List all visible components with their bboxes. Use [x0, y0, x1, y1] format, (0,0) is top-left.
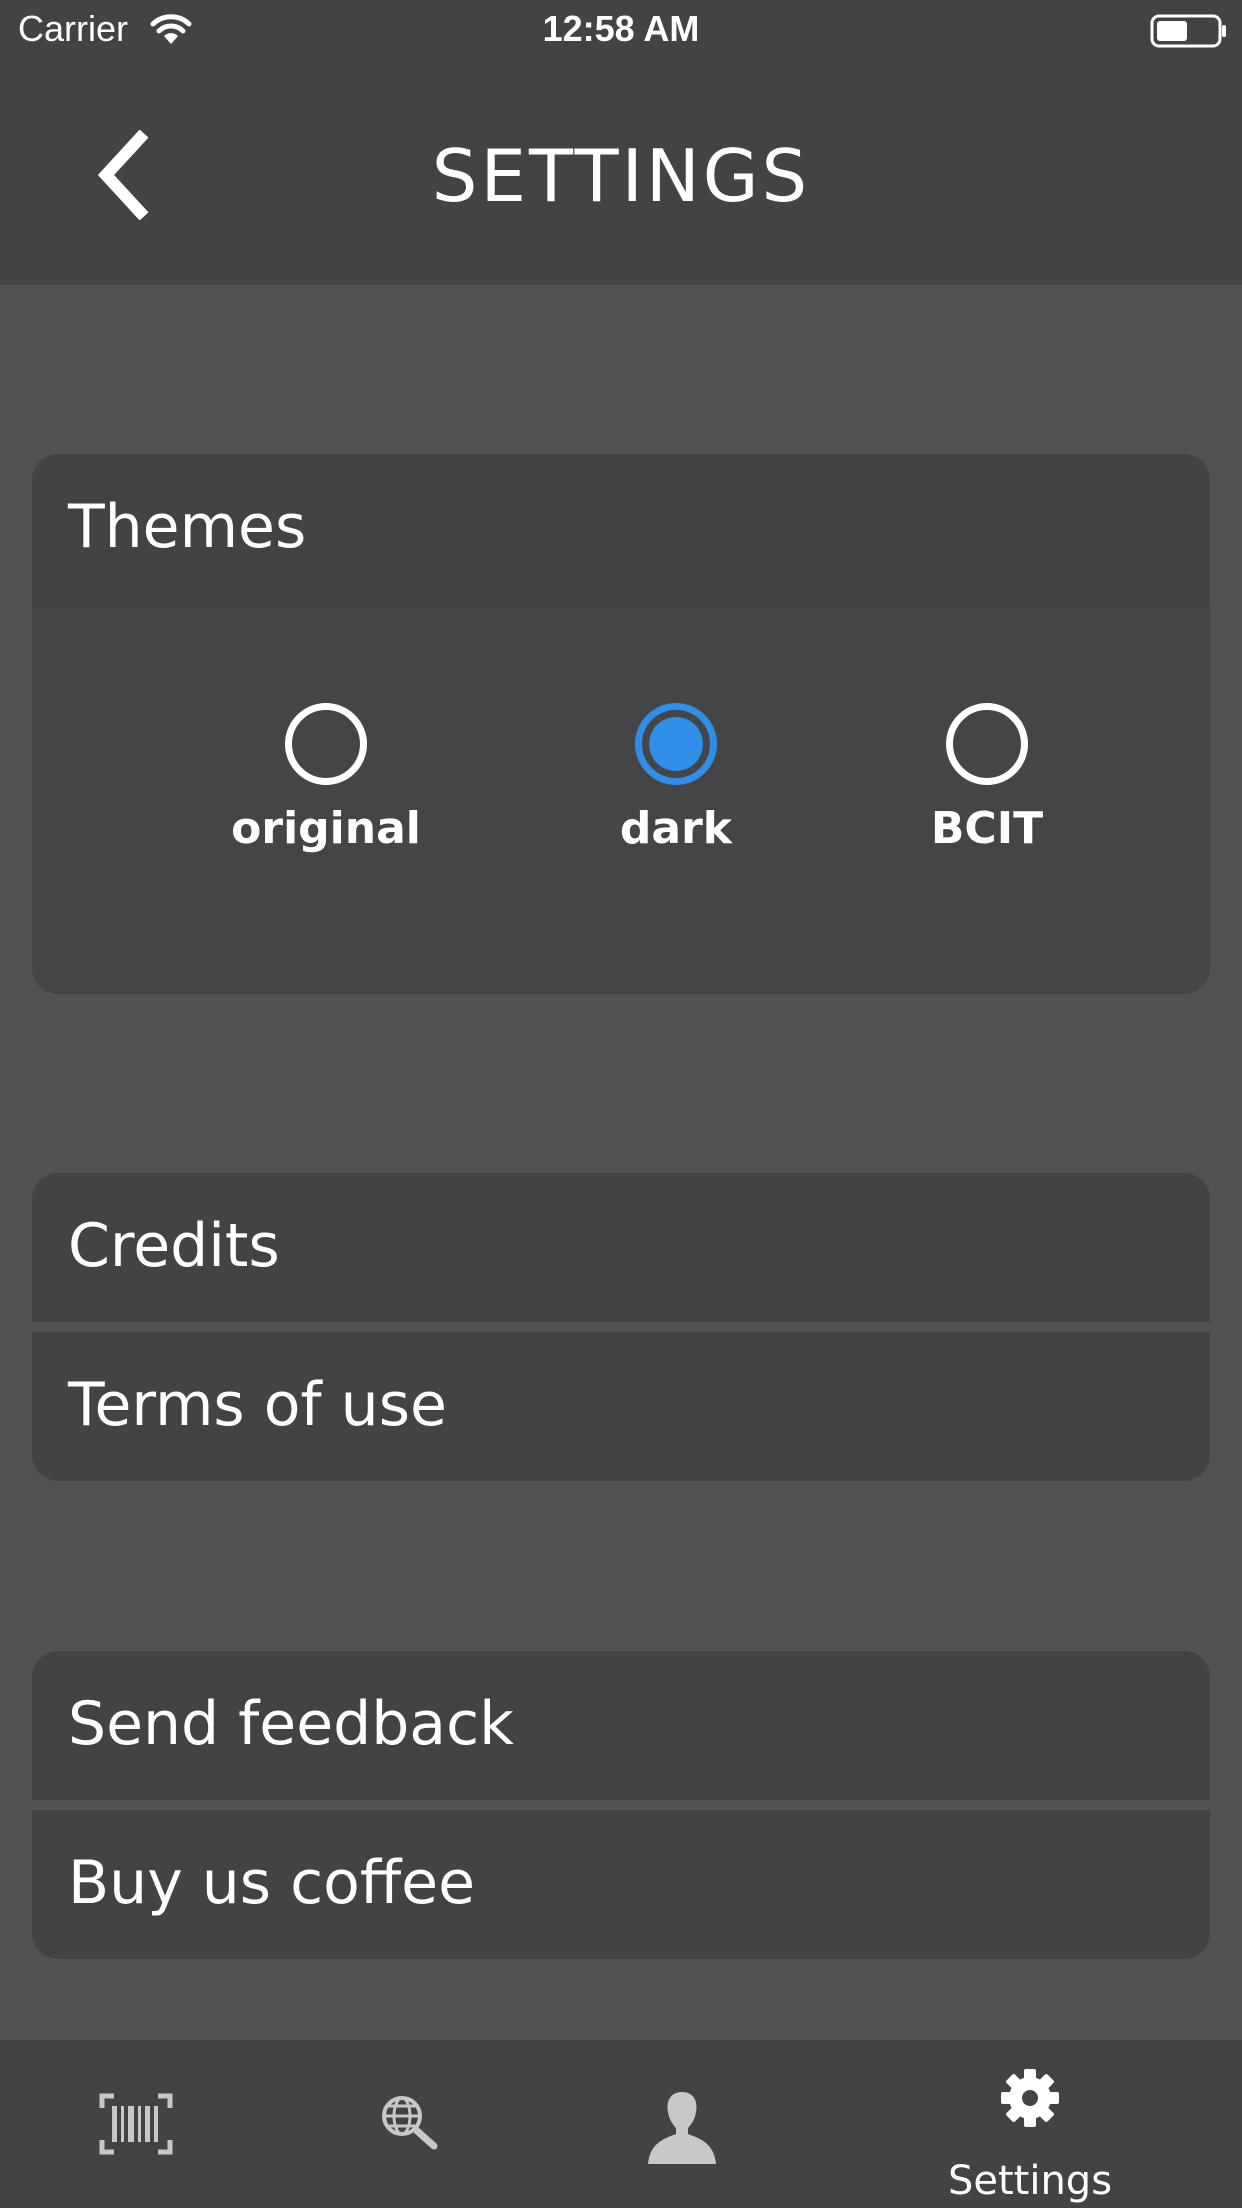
tab-label-settings: Settings — [947, 2158, 1113, 2204]
send-feedback-label: Send feedback — [68, 1689, 514, 1759]
status-bar: Carrier 12:58 AM — [0, 0, 1242, 62]
themes-heading: Themes — [68, 492, 307, 562]
barcode-scan-icon — [99, 2093, 173, 2155]
battery-icon — [1150, 14, 1226, 48]
theme-label-original: original — [231, 803, 421, 854]
radio-original[interactable] — [285, 703, 367, 785]
themes-header: Themes — [32, 454, 1210, 603]
theme-option-bcit[interactable]: BCIT — [877, 703, 1097, 854]
profile-icon — [648, 2092, 716, 2164]
theme-label-dark: dark — [619, 803, 733, 854]
tab-profile[interactable] — [592, 2040, 772, 2208]
tab-settings[interactable]: Settings — [940, 2040, 1120, 2208]
tab-bar: Settings — [0, 2040, 1242, 2208]
tab-search[interactable] — [318, 2040, 498, 2208]
clock: 12:58 AM — [542, 8, 700, 49]
radio-dark[interactable] — [635, 703, 717, 785]
terms-row[interactable]: Terms of use — [32, 1332, 1210, 1481]
tab-scan[interactable] — [46, 2040, 226, 2208]
navigation-bar: SETTINGS — [0, 62, 1242, 285]
buy-coffee-label: Buy us coffee — [68, 1848, 475, 1918]
page-title: SETTINGS — [431, 134, 811, 218]
themes-card: Themes original dark BCIT — [32, 454, 1210, 994]
support-menu-card: Send feedback Buy us coffee — [32, 1651, 1210, 1959]
globe-search-icon — [382, 2096, 438, 2150]
theme-option-dark[interactable]: dark — [566, 703, 786, 854]
credits-label: Credits — [68, 1211, 280, 1281]
info-menu-card: Credits Terms of use — [32, 1173, 1210, 1481]
theme-option-original[interactable]: original — [216, 703, 436, 854]
theme-label-bcit: BCIT — [930, 803, 1044, 854]
send-feedback-row[interactable]: Send feedback — [32, 1651, 1210, 1800]
buy-coffee-row[interactable]: Buy us coffee — [32, 1810, 1210, 1959]
terms-label: Terms of use — [68, 1370, 447, 1440]
radio-bcit[interactable] — [946, 703, 1028, 785]
theme-options: original dark BCIT — [32, 603, 1210, 994]
credits-row[interactable]: Credits — [32, 1173, 1210, 1322]
gear-icon — [1001, 2069, 1059, 2127]
